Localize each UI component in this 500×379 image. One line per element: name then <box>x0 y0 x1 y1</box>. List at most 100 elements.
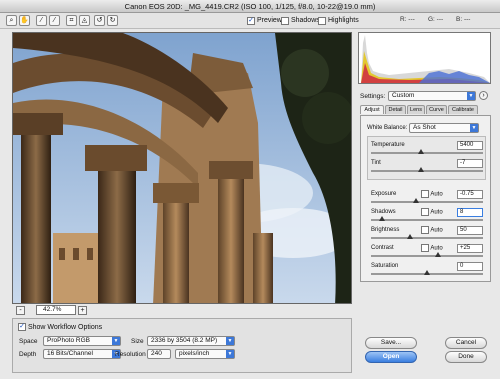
exposure-input[interactable]: -0.75 <box>457 190 483 199</box>
settings-value: Custom <box>392 92 415 99</box>
exposure-auto[interactable]: Auto <box>421 190 443 198</box>
contrast-slider[interactable] <box>371 252 483 257</box>
rotate-cw-icon[interactable]: ↻ <box>107 15 118 26</box>
temperature-slider[interactable] <box>371 149 483 154</box>
temperature-label: Temperature <box>371 142 405 148</box>
window-title: Canon EOS 20D: _MG_4419.CR2 (ISO 100, 1/… <box>0 0 500 13</box>
size-value: 2336 by 3504 (8.2 MP) <box>151 337 218 344</box>
straighten-icon[interactable]: ◬ <box>79 15 90 26</box>
space-select[interactable]: ProPhoto RGB ▼ <box>43 336 121 346</box>
settings-row: Settings: Custom ▼ › <box>358 91 491 103</box>
tint-row: Tint -7 <box>361 159 492 176</box>
highlights-label: Highlights <box>327 17 359 24</box>
zoom-out-button[interactable]: - <box>16 306 25 315</box>
tab-calibrate[interactable]: Calibrate <box>448 105 478 114</box>
workflow-toggle[interactable]: ✓ Show Workflow Options <box>18 323 102 331</box>
saturation-slider[interactable] <box>371 270 483 275</box>
tint-label: Tint <box>371 160 381 166</box>
tab-curve[interactable]: Curve <box>426 105 447 114</box>
shadows-auto-label: Auto <box>430 209 443 216</box>
save-button[interactable]: Save... <box>365 337 417 349</box>
color-sampler-icon[interactable]: ⁄ <box>49 15 60 26</box>
image-preview[interactable] <box>12 32 352 304</box>
tab-lens[interactable]: Lens <box>407 105 425 114</box>
brightness-slider-thumb[interactable] <box>407 234 414 239</box>
photo-palace-of-fine-arts <box>13 33 351 303</box>
shadows-auto-checkbox[interactable] <box>421 208 429 216</box>
resolution-input[interactable]: 240 <box>147 349 171 359</box>
depth-select[interactable]: 16 Bits/Channel ▼ <box>43 349 121 359</box>
contrast-row: Contrast Auto +25 <box>361 244 492 261</box>
shadows-input[interactable]: 8 <box>457 208 483 217</box>
tab-adjust[interactable]: Adjust <box>360 105 384 114</box>
crop-icon[interactable]: ⌗ <box>66 15 77 26</box>
toolbar: ⌕ ✋ ⁄ ⁄ ⌗ ◬ ↺ ↻ ✓ Preview Shadows Highli… <box>0 13 500 29</box>
shadows-slider-thumb[interactable] <box>379 216 386 221</box>
tint-slider-thumb[interactable] <box>418 167 425 172</box>
shadows-adjust-label: Shadows <box>371 209 396 215</box>
open-button[interactable]: Open <box>365 351 417 363</box>
preview-label: Preview <box>256 17 282 24</box>
exposure-slider[interactable] <box>371 198 483 203</box>
shadows-auto[interactable]: Auto <box>421 208 443 216</box>
exposure-slider-thumb[interactable] <box>412 198 419 203</box>
white-balance-select[interactable]: As Shot ▼ <box>409 123 479 133</box>
highlights-option[interactable]: Highlights <box>318 16 359 25</box>
settings-label: Settings: <box>360 93 386 100</box>
contrast-slider-thumb[interactable] <box>435 252 442 257</box>
saturation-row: Saturation 0 <box>361 262 492 279</box>
tint-input[interactable]: -7 <box>457 159 483 168</box>
shadows-slider[interactable] <box>371 216 483 221</box>
brightness-input[interactable]: 50 <box>457 226 483 235</box>
exposure-auto-checkbox[interactable] <box>421 190 429 198</box>
workflow-checkbox[interactable]: ✓ <box>18 323 26 331</box>
contrast-auto[interactable]: Auto <box>421 244 443 252</box>
chevron-down-icon: ▼ <box>226 337 234 345</box>
white-balance-label: White Balance: <box>367 125 408 131</box>
chevron-down-icon: ▼ <box>112 337 120 345</box>
zoom-bar: - 42.7% + <box>12 305 352 316</box>
size-select[interactable]: 2336 by 3504 (8.2 MP) ▼ <box>147 336 235 346</box>
chevron-down-icon: ▼ <box>470 124 478 132</box>
space-label: Space <box>19 338 38 345</box>
tab-detail[interactable]: Detail <box>385 105 406 114</box>
temperature-input[interactable]: 5400 <box>457 141 483 150</box>
brightness-slider[interactable] <box>371 234 483 239</box>
brightness-auto[interactable]: Auto <box>421 226 443 234</box>
white-balance-icon[interactable]: ⁄ <box>36 15 47 26</box>
depth-value: 16 Bits/Channel <box>47 350 93 357</box>
b-readout: B: --- <box>456 16 471 23</box>
done-button[interactable]: Done <box>445 351 487 363</box>
cancel-button[interactable]: Cancel <box>445 337 487 349</box>
hand-icon[interactable]: ✋ <box>19 15 30 26</box>
rotate-ccw-icon[interactable]: ↺ <box>94 15 105 26</box>
contrast-auto-checkbox[interactable] <box>421 244 429 252</box>
zoom-icon[interactable]: ⌕ <box>6 15 17 26</box>
saturation-slider-thumb[interactable] <box>424 270 430 275</box>
contrast-auto-label: Auto <box>430 245 443 252</box>
shadows-option[interactable]: Shadows <box>281 16 320 25</box>
histogram <box>358 32 491 84</box>
zoom-in-button[interactable]: + <box>78 306 87 315</box>
zoom-level-select[interactable]: 42.7% <box>36 305 76 315</box>
shadows-row: Shadows Auto 8 <box>361 208 492 225</box>
resolution-unit-select[interactable]: pixels/inch ▼ <box>175 349 235 359</box>
settings-select[interactable]: Custom ▼ <box>388 91 476 101</box>
resolution-label: Resolution <box>115 351 146 358</box>
preview-checkbox[interactable]: ✓ <box>247 16 255 25</box>
workflow-options: ✓ Show Workflow Options Space ProPhoto R… <box>12 318 352 373</box>
brightness-auto-checkbox[interactable] <box>421 226 429 234</box>
settings-menu-icon[interactable]: › <box>479 91 488 100</box>
contrast-label: Contrast <box>371 245 394 251</box>
exposure-label: Exposure <box>371 191 397 197</box>
shadows-label: Shadows <box>290 17 320 24</box>
temperature-slider-thumb[interactable] <box>418 149 425 154</box>
tint-slider[interactable] <box>371 167 483 172</box>
contrast-input[interactable]: +25 <box>457 244 483 253</box>
space-value: ProPhoto RGB <box>47 337 90 344</box>
preview-option[interactable]: ✓ Preview <box>247 16 282 25</box>
brightness-row: Brightness Auto 50 <box>361 226 492 243</box>
highlights-checkbox[interactable] <box>318 16 326 25</box>
saturation-input[interactable]: 0 <box>457 262 483 271</box>
shadows-checkbox[interactable] <box>281 16 289 25</box>
